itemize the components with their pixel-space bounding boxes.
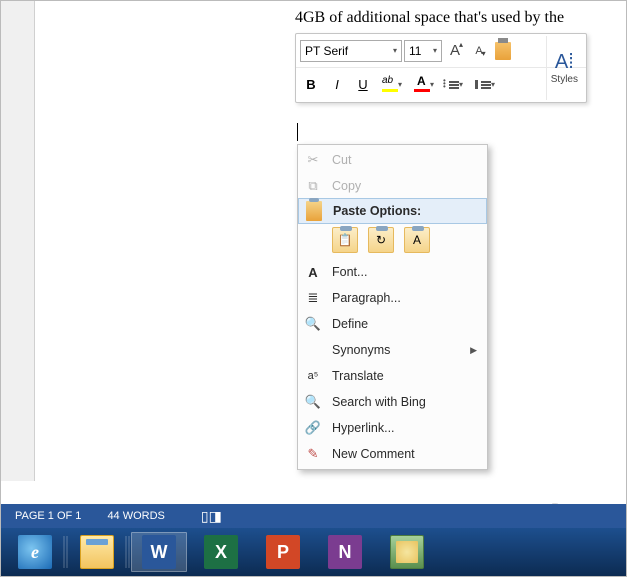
word-icon: W <box>142 535 176 569</box>
define-icon: 🔍 <box>304 315 322 333</box>
paste-merge-button[interactable]: ↻ <box>368 227 394 253</box>
underline-button[interactable]: U <box>352 74 374 96</box>
taskbar-onenote[interactable]: N <box>317 532 373 572</box>
menu-label: Translate <box>332 369 477 383</box>
shrink-font-icon: A <box>475 45 482 57</box>
taskbar-word[interactable]: W <box>131 532 187 572</box>
menu-synonyms[interactable]: Synonyms ▶ <box>298 337 487 363</box>
bullets-icon <box>449 81 459 89</box>
menu-label: Paste Options: <box>333 204 476 218</box>
menu-hyperlink[interactable]: 🔗 Hyperlink... <box>298 415 487 441</box>
taskbar-excel[interactable]: X <box>193 532 249 572</box>
chevron-down-icon: ▾ <box>430 80 434 89</box>
search-icon: 🔍 <box>304 393 322 411</box>
taskbar-powerpoint[interactable]: P <box>255 532 311 572</box>
font-size-value: 11 <box>409 44 421 58</box>
highlight-icon <box>382 89 398 92</box>
chevron-down-icon: ▾ <box>393 46 397 55</box>
menu-label: Hyperlink... <box>332 421 477 435</box>
chevron-down-icon: ▾ <box>433 46 437 55</box>
chevron-right-icon: ▶ <box>470 345 477 356</box>
menu-translate[interactable]: a⁵ Translate <box>298 363 487 389</box>
status-bar: PAGE 1 OF 1 44 WORDS ▯◨ <box>1 504 626 528</box>
hyperlink-icon: 🔗 <box>304 419 322 437</box>
menu-paragraph[interactable]: ≣ Paragraph... <box>298 285 487 311</box>
menu-label: Synonyms <box>332 343 460 357</box>
chevron-down-icon: ▾ <box>491 80 495 89</box>
context-menu: ✂ Cut ⧉ Copy Paste Options: 📋 ↻ A A Font… <box>297 144 488 470</box>
ie-icon: e <box>18 535 52 569</box>
menu-search-bing[interactable]: 🔍 Search with Bing <box>298 389 487 415</box>
taskbar-explorer[interactable] <box>69 532 125 572</box>
menu-label: Cut <box>332 153 477 167</box>
paste-icon <box>305 202 323 220</box>
chevron-down-icon: ▾ <box>398 80 402 89</box>
font-name-value: PT Serif <box>305 44 348 58</box>
font-size-combo[interactable]: 11 ▾ <box>404 40 442 62</box>
font-name-combo[interactable]: PT Serif ▾ <box>300 40 402 62</box>
synonyms-icon <box>304 341 322 359</box>
page-indicator[interactable]: PAGE 1 OF 1 <box>15 510 81 522</box>
menu-font[interactable]: A Font... <box>298 259 487 285</box>
text-cursor <box>297 123 298 141</box>
menu-label: Define <box>332 317 477 331</box>
translate-icon: a⁵ <box>304 367 322 385</box>
menu-cut[interactable]: ✂ Cut <box>298 147 487 173</box>
italic-button[interactable]: I <box>326 74 348 96</box>
paste-keep-source-button[interactable]: 📋 <box>332 227 358 253</box>
font-color-button[interactable]: ▾ <box>410 74 438 96</box>
comment-icon: ✎ <box>304 445 322 463</box>
bold-button[interactable]: B <box>300 74 322 96</box>
menu-label: Copy <box>332 179 477 193</box>
word-count[interactable]: 44 WORDS <box>107 510 164 522</box>
menu-paste-options[interactable]: Paste Options: <box>298 198 487 224</box>
numbering-button[interactable]: ▾ <box>474 74 502 96</box>
paste-text-only-button[interactable]: A <box>404 227 430 253</box>
left-margin <box>1 1 35 481</box>
menu-copy[interactable]: ⧉ Copy <box>298 173 487 199</box>
format-painter-icon <box>495 42 511 60</box>
bold-icon: B <box>306 77 315 92</box>
format-painter-button[interactable] <box>492 40 514 62</box>
taskbar-photos[interactable] <box>379 532 435 572</box>
styles-label: Styles <box>551 74 578 85</box>
styles-button[interactable]: A⁞ Styles <box>546 36 582 100</box>
highlight-button[interactable]: ▾ <box>378 74 406 96</box>
reading-mode-icon[interactable]: ▯◨ <box>201 508 222 525</box>
grow-font-icon: A <box>450 42 460 59</box>
styles-icon: A⁞ <box>555 51 574 74</box>
numbering-icon <box>481 81 491 89</box>
menu-define[interactable]: 🔍 Define <box>298 311 487 337</box>
excel-icon: X <box>204 535 238 569</box>
paragraph-icon: ≣ <box>304 289 322 307</box>
menu-label: Paragraph... <box>332 291 477 305</box>
cut-icon: ✂ <box>304 151 322 169</box>
menu-label: Search with Bing <box>332 395 477 409</box>
copy-icon: ⧉ <box>304 177 322 195</box>
italic-icon: I <box>335 77 339 92</box>
grow-font-button[interactable]: A <box>444 40 466 62</box>
folder-icon <box>80 535 114 569</box>
bullets-button[interactable]: ▾ <box>442 74 470 96</box>
taskbar: e W X P N <box>1 528 626 576</box>
font-icon: A <box>304 263 322 281</box>
menu-label: Font... <box>332 265 477 279</box>
photos-icon <box>390 535 424 569</box>
shrink-font-button[interactable]: A <box>468 40 490 62</box>
chevron-down-icon: ▾ <box>459 80 463 89</box>
menu-new-comment[interactable]: ✎ New Comment <box>298 441 487 467</box>
menu-label: New Comment <box>332 447 477 461</box>
paste-options-row: 📋 ↻ A <box>298 223 487 259</box>
onenote-icon: N <box>328 535 362 569</box>
mini-toolbar: PT Serif ▾ 11 ▾ A A B I U ▾ ▾ ▾ ▾ A⁞ Sty… <box>295 33 587 103</box>
document-text[interactable]: 4GB of additional space that's used by t… <box>295 9 564 27</box>
powerpoint-icon: P <box>266 535 300 569</box>
underline-icon: U <box>358 77 367 92</box>
taskbar-ie[interactable]: e <box>7 532 63 572</box>
font-color-icon <box>414 89 430 92</box>
